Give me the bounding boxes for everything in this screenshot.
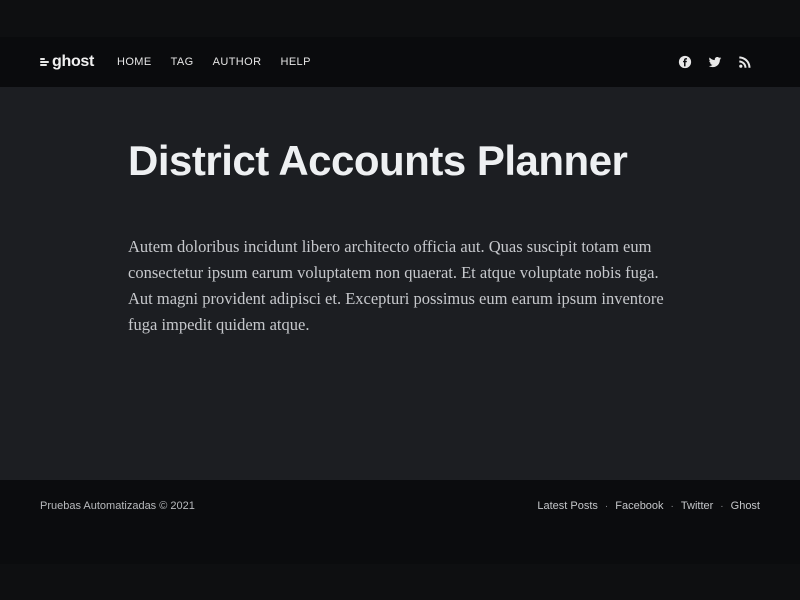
facebook-icon[interactable] [677, 54, 692, 69]
footer-nav: Latest Posts · Facebook · Twitter · Ghos… [537, 500, 760, 512]
footer-link-twitter[interactable]: Twitter [681, 500, 713, 512]
top-band [0, 0, 800, 37]
nav-item-tag[interactable]: TAG [171, 37, 194, 87]
bottom-band [0, 564, 800, 600]
site-logo[interactable]: ghost [40, 53, 94, 71]
nav-item-author[interactable]: AUTHOR [213, 37, 262, 87]
post-body: Autem doloribus incidunt libero architec… [128, 237, 664, 334]
nav-item-home[interactable]: HOME [117, 37, 152, 87]
footer-separator: · [670, 500, 674, 512]
post-main: District Accounts Planner Autem doloribu… [0, 87, 800, 480]
footer-link-ghost[interactable]: Ghost [731, 500, 760, 512]
ghost-logo-icon [40, 57, 49, 67]
footer-copyright: Pruebas Automatizadas © 2021 [40, 500, 195, 512]
main-nav: HOME TAG AUTHOR HELP [117, 37, 330, 87]
rss-icon[interactable] [737, 54, 752, 69]
post-title: District Accounts Planner [128, 137, 628, 184]
site-footer: Pruebas Automatizadas © 2021 Latest Post… [0, 480, 800, 564]
twitter-icon[interactable] [707, 54, 722, 69]
social-links [677, 54, 752, 69]
site-header: ghost HOME TAG AUTHOR HELP [0, 37, 800, 87]
nav-item-help[interactable]: HELP [280, 37, 310, 87]
footer-separator: · [604, 500, 609, 512]
footer-separator: · [720, 500, 724, 512]
logo-text: ghost [52, 53, 95, 70]
footer-link-facebook[interactable]: Facebook [615, 500, 663, 512]
footer-link-latest-posts[interactable]: Latest Posts [537, 500, 598, 512]
